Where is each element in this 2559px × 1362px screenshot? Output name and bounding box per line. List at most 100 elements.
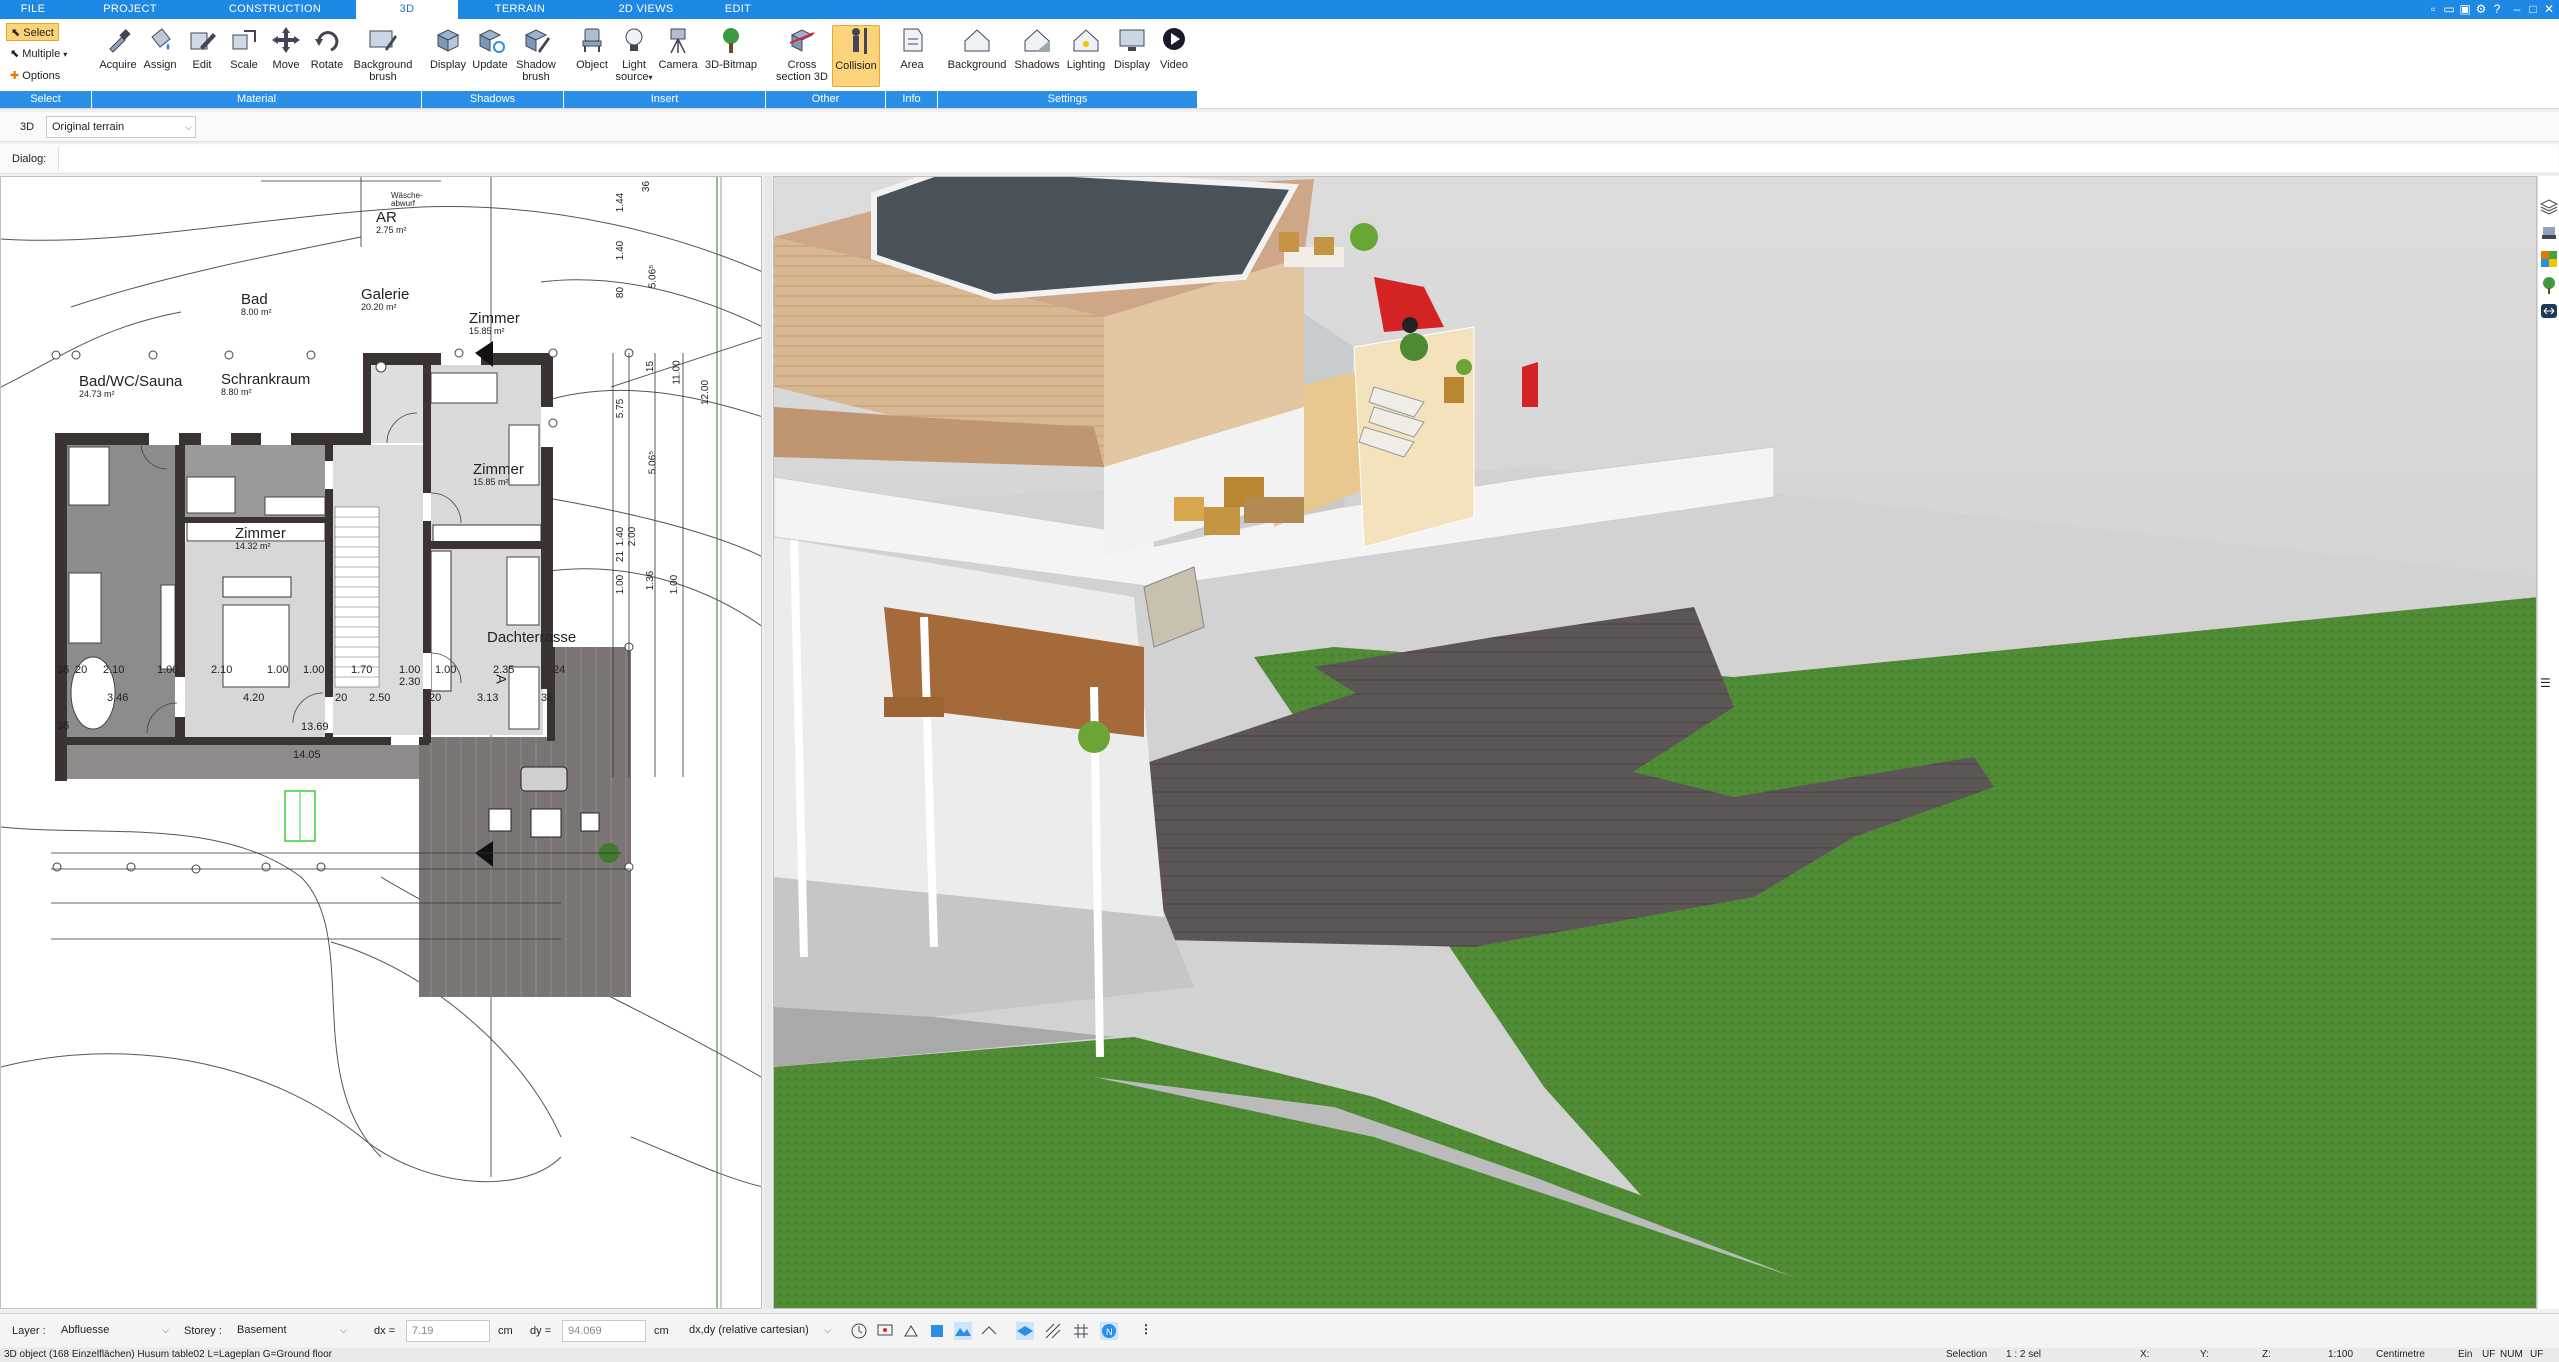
3d-render-viewport[interactable] (773, 176, 2537, 1309)
object-button[interactable]: Object (572, 25, 612, 71)
tab-2d-views[interactable]: 2D VIEWS (582, 0, 710, 19)
dim-text: 24 (553, 664, 566, 676)
floor-plan-drawing[interactable] (1, 177, 762, 1309)
wireframe-icon[interactable] (980, 1322, 998, 1340)
update-shadows-button[interactable]: Update (470, 25, 510, 71)
background-brush-button[interactable]: Background brush (350, 25, 416, 83)
maximize-icon[interactable]: ▭ (2442, 2, 2456, 16)
settings-small-icon[interactable]: ⚙ (2474, 2, 2488, 16)
3d-bitmap-button[interactable]: 3D-Bitmap (702, 25, 760, 71)
dx-unit: cm (498, 1325, 513, 1337)
z-coord-label: Z: (2262, 1349, 2271, 1360)
furniture-icon[interactable] (2540, 224, 2558, 242)
window-icon[interactable]: ▣ (2458, 2, 2472, 16)
terrain-select[interactable]: Original terrain ⌵ (46, 116, 196, 138)
storey-select[interactable]: Basement ⌵ (232, 1320, 350, 1342)
clock-icon[interactable] (850, 1322, 868, 1340)
tree-icon (723, 28, 739, 53)
multiple-select-button[interactable]: ⬉ Multiple ▾ (6, 45, 71, 63)
view-toolbar: 3D Original terrain ⌵ (0, 112, 2559, 142)
move-button[interactable]: Move (266, 25, 306, 71)
chevron-down-icon: ⌵ (162, 1325, 169, 1335)
house-background-icon (964, 29, 990, 52)
minimize-icon[interactable]: – (2510, 2, 2524, 16)
hamburger-icon[interactable]: ☰ (2540, 676, 2558, 694)
measure-icon[interactable] (2540, 302, 2558, 320)
more-icon[interactable]: ⋮ (1140, 1322, 1158, 1340)
room-label: Bad (241, 291, 268, 308)
tab-construction[interactable]: CONSTRUCTION (194, 0, 356, 19)
close-icon[interactable]: ✕ (2542, 2, 2556, 16)
collision-button[interactable]: Collision (832, 25, 880, 87)
chevron-down-icon: ▾ (63, 50, 68, 59)
house-shadow-icon (1024, 29, 1050, 52)
layer-select[interactable]: Abfluesse ⌵ (56, 1320, 172, 1342)
dialog-area[interactable] (58, 147, 2558, 171)
dim-text: 1.00 (303, 664, 325, 676)
shadows-settings-button[interactable]: Shadows (1012, 25, 1062, 71)
view-mode-label: 3D (20, 121, 35, 133)
dim-text: 36 (57, 664, 70, 676)
3d-house-scene[interactable] (774, 177, 2537, 1309)
dim-text: 12.00 (700, 379, 712, 406)
cross-section-3d-button[interactable]: Cross section 3D (776, 25, 828, 83)
coord-mode-select[interactable]: dx,dy (relative cartesian) ⌵ (684, 1320, 834, 1342)
background-settings-button[interactable]: Background (944, 25, 1010, 71)
snap-icon[interactable] (902, 1322, 920, 1340)
select-tool-button[interactable]: ⬉ Select (6, 23, 59, 41)
maximize-window-icon[interactable]: □ (2526, 2, 2540, 16)
selection-label: Selection (1946, 1349, 1988, 1360)
edit-material-button[interactable]: Edit (182, 25, 222, 71)
dim-text: 1.00 (157, 664, 179, 676)
layer-view-icon[interactable] (1016, 1322, 1034, 1340)
hatch-icon[interactable] (1044, 1322, 1062, 1340)
tab-edit[interactable]: EDIT (710, 0, 766, 19)
terrain-icon[interactable] (954, 1322, 972, 1340)
scale-button[interactable]: Scale (224, 25, 264, 71)
tab-3d[interactable]: 3D (356, 0, 458, 20)
selection-value: 1 : 2 sel (2006, 1349, 2042, 1360)
assign-button[interactable]: Assign (140, 25, 180, 71)
tab-file[interactable]: FILE (0, 0, 66, 19)
scale-value: 1:100 (2328, 1349, 2354, 1360)
video-button[interactable]: Video (1154, 25, 1194, 71)
north-icon[interactable]: N (1100, 1322, 1118, 1340)
restore-icon[interactable]: ▫ (2426, 2, 2440, 16)
room-label: Zimmer (473, 461, 524, 478)
room-label: AR (376, 209, 397, 226)
room-area: 14.32 m² (235, 541, 271, 551)
layers-icon[interactable] (2540, 198, 2558, 216)
num-indicator: NUM (2500, 1349, 2523, 1360)
tab-terrain[interactable]: TERRAIN (458, 0, 582, 19)
dy-label: dy = (530, 1325, 552, 1337)
viewport-splitter[interactable] (764, 176, 772, 1309)
dim-text: 11.00 (671, 360, 683, 385)
light-source-button[interactable]: Light source▾ (614, 25, 654, 84)
area-button[interactable]: Area (892, 25, 932, 71)
dim-text: 1.00 (615, 574, 627, 595)
lighting-settings-button[interactable]: Lighting (1062, 25, 1110, 71)
dim-text: 2.10 (103, 664, 125, 676)
display-settings-button[interactable]: Display (1110, 25, 1154, 71)
rotate-button[interactable]: Rotate (306, 25, 348, 71)
scale-icon (232, 30, 256, 50)
dy-input[interactable]: 94.069 (562, 1320, 646, 1342)
options-button[interactable]: ✚ Options (6, 67, 64, 85)
acquire-button[interactable]: Acquire (96, 25, 140, 71)
dim-text: 21 (615, 550, 627, 563)
help-icon[interactable]: ? (2490, 2, 2504, 16)
room-label: Zimmer (469, 310, 520, 327)
camera-button[interactable]: Camera (656, 25, 700, 71)
tree-icon[interactable] (2540, 276, 2558, 294)
materials-icon[interactable] (2540, 250, 2558, 268)
display-shadows-button[interactable]: Display (428, 25, 468, 71)
dialog-toolbar: Dialog: (0, 144, 2559, 174)
floor-plan-viewport[interactable]: AR 2.75 m² Bad 8.00 m² Galerie 20.20 m² … (0, 176, 762, 1309)
dx-input[interactable]: 7.19 (406, 1320, 490, 1342)
eyedropper-icon (109, 29, 131, 53)
grid-icon[interactable] (1072, 1322, 1090, 1340)
shadow-brush-button[interactable]: Shadow brush (512, 25, 560, 83)
object-snap-icon[interactable] (928, 1322, 946, 1340)
tab-project[interactable]: PROJECT (66, 0, 194, 19)
screen-record-icon[interactable] (876, 1322, 894, 1340)
